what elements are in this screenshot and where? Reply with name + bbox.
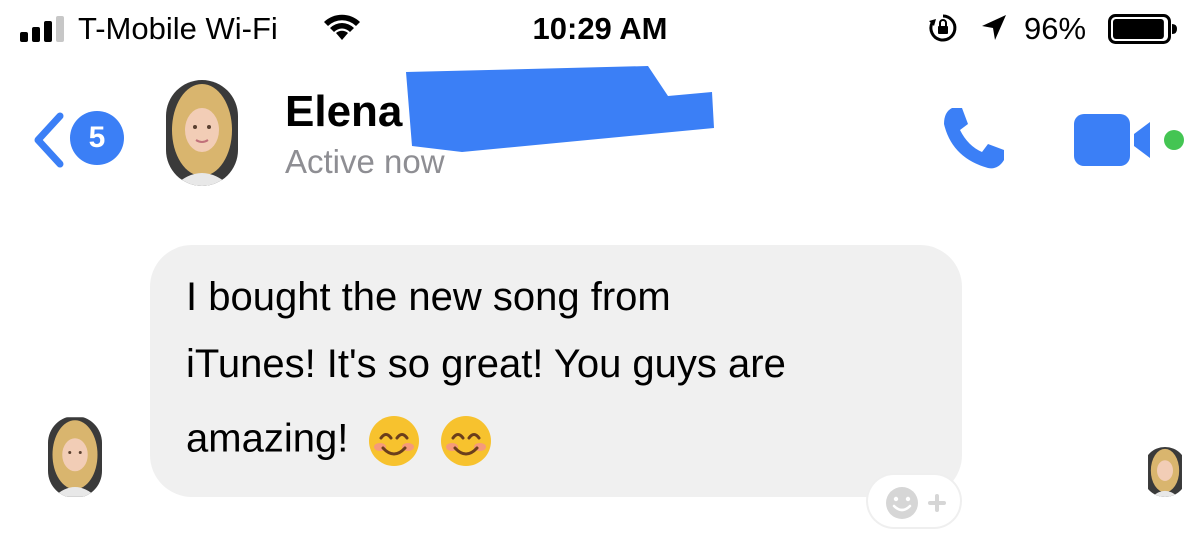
online-dot-icon xyxy=(1164,130,1184,150)
contact-avatar[interactable] xyxy=(166,80,238,186)
smiling-emoji-icon xyxy=(369,416,420,466)
status-time: 10:29 AM xyxy=(532,11,668,46)
message-line-3: amazing! xyxy=(186,414,499,468)
add-reaction-button[interactable] xyxy=(868,475,960,527)
conversation-header: 5 Elena Active now xyxy=(0,62,1200,202)
message-line-3-text: amazing! xyxy=(186,416,349,461)
contact-name: Elena xyxy=(285,87,403,136)
smiling-emoji-icon xyxy=(440,416,491,466)
sender-avatar[interactable] xyxy=(48,416,102,498)
name-redaction xyxy=(406,66,714,152)
read-receipt-avatar xyxy=(1143,447,1187,497)
unread-count-badge[interactable]: 5 xyxy=(70,111,124,165)
message-area[interactable]: I bought the new song from iTunes! It's … xyxy=(0,200,1200,555)
orientation-lock-icon xyxy=(929,14,957,42)
message-line-1: I bought the new song from xyxy=(186,275,671,319)
emoji-group xyxy=(367,414,498,468)
active-status: Active now xyxy=(285,143,445,180)
smiley-icon xyxy=(886,487,946,519)
video-camera-icon[interactable] xyxy=(1074,114,1188,166)
phone-icon[interactable] xyxy=(938,102,1010,174)
location-icon xyxy=(982,15,1006,40)
message-line-2: iTunes! It's so great! You guys are xyxy=(186,342,786,386)
battery-icon xyxy=(1108,14,1177,44)
status-bar: T-Mobile Wi-Fi 10:29 AM 96% xyxy=(0,0,1200,60)
battery-percentage: 96% xyxy=(1024,11,1087,46)
back-chevron-icon[interactable] xyxy=(30,110,66,170)
plus-icon xyxy=(928,494,946,512)
